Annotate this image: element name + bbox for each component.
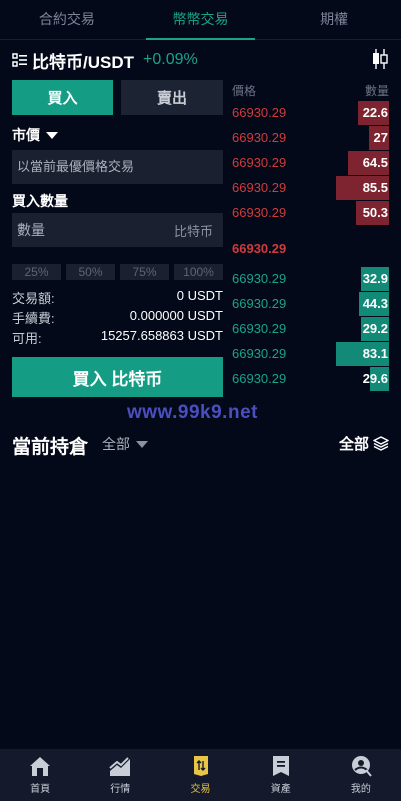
- bid-price: 66930.29: [232, 346, 287, 361]
- sell-tab-button[interactable]: 賣出: [121, 80, 223, 115]
- trade-amount-value: 0 USDT: [176, 288, 223, 303]
- available-row: 可用: 15257.658863 USDT: [12, 328, 223, 347]
- pair-change: +0.09%: [143, 51, 198, 68]
- bid-row[interactable]: 66930.29 32.9: [232, 267, 389, 291]
- tab-options[interactable]: 期權: [267, 0, 401, 39]
- ask-price: 66930.29: [232, 105, 287, 120]
- nav-home[interactable]: 首頁: [0, 749, 80, 801]
- chart-icon: [109, 757, 131, 776]
- bid-qty: 32.9: [362, 271, 388, 286]
- ask-price: 66930.29: [232, 130, 287, 145]
- available-value: 15257.658863 USDT: [100, 328, 223, 343]
- nav-home-label: 首頁: [30, 784, 51, 795]
- ask-row[interactable]: 66930.29 22.6: [232, 101, 389, 125]
- trade-amount-label: 交易額:: [12, 291, 55, 306]
- quantity-label: 買入數量: [12, 193, 68, 209]
- buy-submit-button[interactable]: 買入 比特币: [12, 357, 223, 397]
- bid-price: 66930.29: [232, 321, 287, 336]
- bid-row[interactable]: 66930.29 83.1: [232, 342, 389, 366]
- menu-list-icon[interactable]: [12, 52, 28, 68]
- fee-row: 手續費: 0.000000 USDT: [12, 308, 223, 327]
- nav-assets-label: 資產: [270, 784, 291, 795]
- bid-qty: 29.2: [362, 321, 388, 336]
- quantity-field-wrapper: 比特币: [12, 213, 223, 247]
- orderbook-price-header: 價格: [232, 84, 257, 98]
- nav-market[interactable]: 行情: [80, 749, 160, 801]
- holdings-filter-label: 全部: [102, 436, 130, 452]
- nav-trade-label: 交易: [190, 784, 211, 795]
- quantity-input[interactable]: [17, 222, 137, 238]
- percent-25-button[interactable]: 25%: [12, 264, 61, 280]
- nav-assets[interactable]: 資產: [241, 749, 321, 801]
- bid-row[interactable]: 66930.29 29.2: [232, 317, 389, 341]
- orderbook-header: 價格 數量: [232, 82, 389, 99]
- ask-price: 66930.29: [232, 205, 287, 220]
- profile-icon: [351, 756, 372, 777]
- nav-profile-label: 我的: [350, 784, 371, 795]
- ask-row[interactable]: 66930.29 50.3: [232, 201, 389, 225]
- bid-qty: 29.6: [362, 371, 388, 386]
- pair-header[interactable]: 比特币/USDT +0.09%: [12, 48, 198, 72]
- trade-amount-row: 交易額: 0 USDT: [12, 288, 223, 307]
- bid-row[interactable]: 66930.29 29.6: [232, 367, 389, 391]
- fee-value: 0.000000 USDT: [129, 308, 223, 323]
- holdings-all-label: 全部: [338, 436, 369, 453]
- candlestick-icon[interactable]: [371, 48, 389, 70]
- holdings-title: 當前持倉: [12, 437, 89, 458]
- holdings-all-button[interactable]: 全部: [339, 433, 389, 454]
- wallet-icon: [272, 756, 289, 776]
- trade-icon: [193, 756, 208, 776]
- ask-row[interactable]: 66930.29 85.5: [232, 176, 389, 200]
- quantity-unit: 比特币: [173, 223, 213, 239]
- tab-spot[interactable]: 幣幣交易: [134, 0, 268, 40]
- top-tabs: 合約交易 幣幣交易 期權: [0, 0, 401, 40]
- fee-label: 手續費:: [12, 311, 55, 326]
- caret-down-icon: [136, 440, 148, 448]
- available-label: 可用:: [12, 331, 42, 346]
- bid-row[interactable]: 66930.29 44.3: [232, 292, 389, 316]
- bid-price: 66930.29: [232, 296, 287, 311]
- ask-price: 66930.29: [232, 180, 287, 195]
- price-field: 以當前最優價格交易: [12, 150, 223, 184]
- caret-down-icon: [46, 131, 58, 139]
- last-price: 66930.29: [232, 241, 287, 256]
- order-type-dropdown[interactable]: 市價: [12, 125, 58, 145]
- ask-qty: 85.5: [362, 180, 388, 195]
- pair-name: 比特币/USDT: [32, 52, 134, 72]
- nav-market-label: 行情: [110, 784, 131, 795]
- bottom-nav: 首頁 行情 交易 資產 我的: [0, 749, 401, 801]
- ask-price: 66930.29: [232, 155, 287, 170]
- percent-50-button[interactable]: 50%: [66, 264, 115, 280]
- buy-tab-button[interactable]: 買入: [12, 80, 113, 115]
- percent-100-button[interactable]: 100%: [174, 264, 223, 280]
- watermark-text: www.99k9.net: [127, 402, 258, 423]
- ask-qty: 27: [373, 130, 388, 145]
- bid-price: 66930.29: [232, 371, 287, 386]
- bid-qty: 83.1: [362, 346, 388, 361]
- home-icon: [30, 757, 51, 776]
- ask-qty: 50.3: [362, 205, 388, 220]
- ask-row[interactable]: 66930.29 64.5: [232, 151, 389, 175]
- percent-buttons: 25% 50% 75% 100%: [12, 264, 223, 280]
- tab-contract[interactable]: 合約交易: [0, 0, 134, 39]
- ask-qty: 64.5: [362, 155, 388, 170]
- orderbook-qty-header: 數量: [364, 84, 389, 98]
- bid-price: 66930.29: [232, 271, 287, 286]
- order-type-label: 市價: [12, 127, 40, 143]
- ask-qty: 22.6: [362, 105, 388, 120]
- nav-trade[interactable]: 交易: [160, 749, 240, 801]
- percent-75-button[interactable]: 75%: [120, 264, 169, 280]
- bid-qty: 44.3: [362, 296, 388, 311]
- holdings-filter-dropdown[interactable]: 全部: [102, 434, 148, 454]
- ask-row[interactable]: 66930.29 27: [232, 126, 389, 150]
- nav-profile[interactable]: 我的: [321, 749, 401, 801]
- layers-icon: [373, 436, 389, 451]
